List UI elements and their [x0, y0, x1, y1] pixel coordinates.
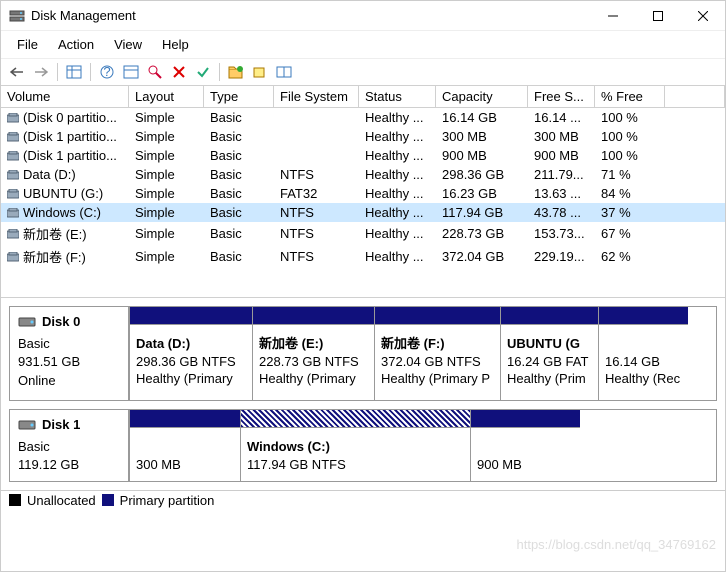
legend-unallocated-label: Unallocated — [27, 493, 96, 508]
disk-icon — [18, 315, 36, 329]
volume-grid: Volume Layout Type File System Status Ca… — [1, 86, 725, 268]
legend: Unallocated Primary partition — [1, 490, 725, 514]
back-button[interactable] — [7, 62, 27, 82]
col-free[interactable]: Free S... — [528, 86, 595, 107]
disk0-row[interactable]: Disk 0 Basic 931.51 GB Online Data (D:)2… — [9, 306, 717, 401]
delete-icon[interactable] — [169, 62, 189, 82]
disk-icon — [18, 418, 36, 432]
legend-primary-label: Primary partition — [120, 493, 215, 508]
disk1-name: Disk 1 — [42, 416, 80, 434]
check-icon[interactable] — [193, 62, 213, 82]
new-folder-icon[interactable] — [226, 62, 246, 82]
watermark: https://blog.csdn.net/qq_34769162 — [517, 537, 717, 552]
menu-view[interactable]: View — [104, 35, 152, 54]
table-row[interactable]: UBUNTU (G:)SimpleBasicFAT32Healthy ...16… — [1, 184, 725, 203]
col-pctfree[interactable]: % Free — [595, 86, 665, 107]
disk0-type: Basic — [18, 335, 120, 353]
partition[interactable]: 900 MB — [470, 410, 580, 481]
col-status[interactable]: Status — [359, 86, 436, 107]
forward-button[interactable] — [31, 62, 51, 82]
menu-action[interactable]: Action — [48, 35, 104, 54]
app-icon — [9, 8, 25, 24]
table-row[interactable]: Data (D:)SimpleBasicNTFSHealthy ...298.3… — [1, 165, 725, 184]
partition[interactable]: 新加卷 (E:)228.73 GB NTFSHealthy (Primary — [252, 307, 374, 400]
table-row[interactable]: (Disk 0 partitio...SimpleBasicHealthy ..… — [1, 108, 725, 127]
grid-spacer — [1, 268, 725, 298]
title-bar: Disk Management — [1, 1, 725, 31]
col-type[interactable]: Type — [204, 86, 274, 107]
table-row[interactable]: (Disk 1 partitio...SimpleBasicHealthy ..… — [1, 146, 725, 165]
table-row[interactable]: (Disk 1 partitio...SimpleBasicHealthy ..… — [1, 127, 725, 146]
disk1-type: Basic — [18, 438, 120, 456]
partition[interactable]: 300 MB — [130, 410, 240, 481]
disk1-info: Disk 1 Basic 119.12 GB — [10, 410, 130, 481]
edit-icon[interactable] — [250, 62, 270, 82]
col-capacity[interactable]: Capacity — [436, 86, 528, 107]
disk1-row[interactable]: Disk 1 Basic 119.12 GB 300 MBWindows (C:… — [9, 409, 717, 482]
col-filesystem[interactable]: File System — [274, 86, 359, 107]
minimize-button[interactable] — [590, 1, 635, 31]
close-button[interactable] — [680, 1, 725, 31]
table-row[interactable]: 新加卷 (E:)SimpleBasicNTFSHealthy ...228.73… — [1, 222, 725, 245]
search-icon[interactable] — [145, 62, 165, 82]
grid-header: Volume Layout Type File System Status Ca… — [1, 86, 725, 108]
partition[interactable]: Data (D:)298.36 GB NTFSHealthy (Primary — [130, 307, 252, 400]
menu-file[interactable]: File — [7, 35, 48, 54]
disk0-size: 931.51 GB — [18, 353, 120, 371]
legend-primary-icon — [102, 494, 114, 506]
toolbar: ? — [1, 59, 725, 86]
disk1-size: 119.12 GB — [18, 456, 120, 474]
disk0-info: Disk 0 Basic 931.51 GB Online — [10, 307, 130, 400]
partition[interactable]: Windows (C:)117.94 GB NTFS — [240, 410, 470, 481]
table-row[interactable]: 新加卷 (F:)SimpleBasicNTFSHealthy ...372.04… — [1, 245, 725, 268]
col-volume[interactable]: Volume — [1, 86, 129, 107]
disk0-name: Disk 0 — [42, 313, 80, 331]
maximize-button[interactable] — [635, 1, 680, 31]
svg-text:?: ? — [103, 65, 110, 79]
help-icon[interactable]: ? — [97, 62, 117, 82]
window-title: Disk Management — [31, 8, 590, 23]
col-layout[interactable]: Layout — [129, 86, 204, 107]
partition[interactable]: 16.14 GBHealthy (Rec — [598, 307, 688, 400]
menu-help[interactable]: Help — [152, 35, 199, 54]
view-list-icon[interactable] — [64, 62, 84, 82]
properties-icon[interactable] — [121, 62, 141, 82]
refresh-icon[interactable] — [274, 62, 294, 82]
legend-unallocated-icon — [9, 494, 21, 506]
disk0-status: Online — [18, 372, 120, 390]
partition[interactable]: 新加卷 (F:)372.04 GB NTFSHealthy (Primary P — [374, 307, 500, 400]
table-row[interactable]: Windows (C:)SimpleBasicNTFSHealthy ...11… — [1, 203, 725, 222]
partition[interactable]: UBUNTU (G16.24 GB FATHealthy (Prim — [500, 307, 598, 400]
disk-map: Disk 0 Basic 931.51 GB Online Data (D:)2… — [1, 298, 725, 490]
menu-bar: File Action View Help — [1, 31, 725, 59]
